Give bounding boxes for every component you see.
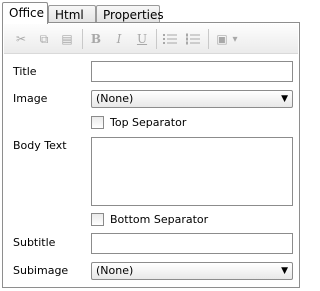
chevron-down-icon[interactable]: ▾ xyxy=(229,30,241,48)
format-toolbar: ✂ ⧉ ▤ B I U ▣ ▾ xyxy=(4,24,298,54)
subimage-select[interactable]: (None) ▼ xyxy=(91,262,293,280)
toolbar-separator xyxy=(208,29,209,49)
cut-icon[interactable]: ✂ xyxy=(12,30,30,48)
top-separator-label: Top Separator xyxy=(110,116,187,129)
tab-html[interactable]: Html xyxy=(48,5,96,23)
image-select[interactable]: (None) ▼ xyxy=(91,90,293,108)
bold-icon[interactable]: B xyxy=(87,30,105,48)
underline-icon[interactable]: U xyxy=(133,30,151,48)
tab-strip: Office Html Properties xyxy=(2,2,302,24)
chevron-down-icon: ▼ xyxy=(281,266,288,276)
paste-icon[interactable]: ▤ xyxy=(58,30,76,48)
bottom-separator-label: Bottom Separator xyxy=(110,213,209,226)
tab-office[interactable]: Office xyxy=(2,2,48,24)
body-text-label: Body Text xyxy=(13,139,67,152)
image-select-value: (None) xyxy=(96,92,134,105)
toolbar-separator xyxy=(156,29,157,49)
title-label: Title xyxy=(13,65,37,78)
tab-properties[interactable]: Properties xyxy=(96,5,164,23)
top-separator-checkbox[interactable] xyxy=(91,116,104,129)
italic-icon[interactable]: I xyxy=(110,30,128,48)
subimage-label: Subimage xyxy=(13,264,69,277)
bottom-separator-checkbox[interactable] xyxy=(91,213,104,226)
body-text-area[interactable] xyxy=(91,137,293,206)
subimage-select-value: (None) xyxy=(96,264,134,277)
image-label: Image xyxy=(13,92,48,105)
title-field[interactable] xyxy=(91,61,293,82)
subtitle-label: Subtitle xyxy=(13,236,56,249)
subtitle-field[interactable] xyxy=(91,233,293,254)
bulleted-list-icon[interactable] xyxy=(161,30,179,48)
toolbar-separator xyxy=(82,29,83,49)
office-panel: ✂ ⧉ ▤ B I U ▣ ▾ Title Image (None) ▼ Top… xyxy=(2,22,300,288)
chevron-down-icon: ▼ xyxy=(281,94,288,104)
numbered-list-icon[interactable] xyxy=(184,30,202,48)
copy-icon[interactable]: ⧉ xyxy=(35,30,53,48)
